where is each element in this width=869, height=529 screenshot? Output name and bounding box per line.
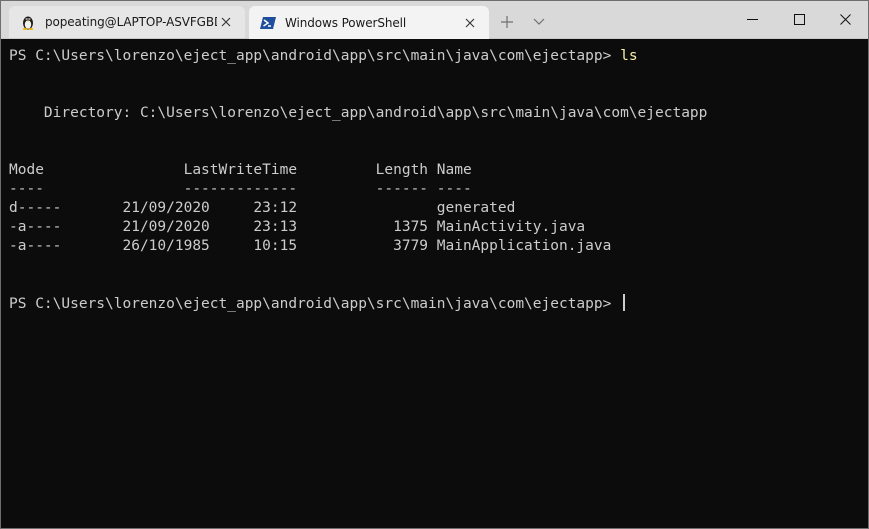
new-tab-button[interactable] xyxy=(492,8,522,36)
minimize-button[interactable] xyxy=(729,1,775,38)
tab-linux-title: popeating@LAPTOP-ASVFGBD1 xyxy=(45,15,217,29)
tab-powershell-close-button[interactable] xyxy=(461,14,479,32)
linux-penguin-icon xyxy=(20,14,36,30)
close-window-button[interactable] xyxy=(822,1,868,38)
close-icon xyxy=(221,17,231,27)
prompt-text: PS C:\Users\lorenzo\eject_app\android\ap… xyxy=(9,296,621,312)
tab-bar: popeating@LAPTOP-ASVFGBD1 Windows PowerS… xyxy=(1,1,868,39)
tab-linux-session[interactable]: popeating@LAPTOP-ASVFGBD1 xyxy=(9,6,245,38)
close-icon xyxy=(465,18,475,27)
listing-separator: ---- ------------- ------ ---- xyxy=(9,181,472,197)
terminal-window: popeating@LAPTOP-ASVFGBD1 Windows PowerS… xyxy=(0,0,869,529)
tab-linux-close-button[interactable] xyxy=(217,13,235,31)
plus-icon xyxy=(501,16,513,28)
listing-row: d----- 21/09/2020 23:12 generated xyxy=(9,200,516,216)
listing-row: -a---- 21/09/2020 23:13 1375 MainActivit… xyxy=(9,219,586,235)
powershell-icon xyxy=(260,15,276,31)
profiles-dropdown-button[interactable] xyxy=(524,8,554,36)
prompt-line-2: PS C:\Users\lorenzo\eject_app\android\ap… xyxy=(9,294,626,313)
listing-header: Mode LastWriteTime Length Name xyxy=(9,162,472,178)
text-cursor xyxy=(623,294,626,311)
chevron-down-icon xyxy=(533,18,545,25)
minimize-icon xyxy=(746,19,758,20)
listing-row: -a---- 26/10/1985 10:15 3779 MainApplica… xyxy=(9,238,612,254)
prompt-line-1: PS C:\Users\lorenzo\eject_app\android\ap… xyxy=(9,47,638,66)
terminal-output[interactable]: PS C:\Users\lorenzo\eject_app\android\ap… xyxy=(1,39,868,528)
directory-line: Directory: C:\Users\lorenzo\eject_app\an… xyxy=(9,105,708,121)
maximize-button[interactable] xyxy=(776,1,822,38)
close-icon xyxy=(839,14,851,25)
maximize-icon xyxy=(793,14,805,25)
prompt-text: PS C:\Users\lorenzo\eject_app\android\ap… xyxy=(9,48,621,64)
command-text: ls xyxy=(620,48,638,64)
tab-powershell-title: Windows PowerShell xyxy=(285,15,407,30)
tab-windows-powershell[interactable]: Windows PowerShell xyxy=(249,6,489,39)
